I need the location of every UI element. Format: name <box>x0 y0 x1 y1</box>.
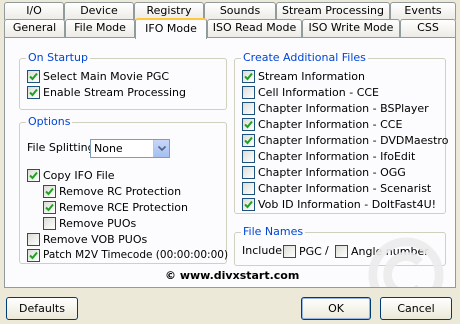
checkbox-box[interactable] <box>242 69 255 83</box>
tab-iso-read-mode[interactable]: ISO Read Mode <box>207 19 302 37</box>
tab-general[interactable]: General <box>4 19 65 37</box>
cell-information-cce-checkbox[interactable]: Cell Information - CCE <box>242 84 379 100</box>
checkbox-label: Copy IFO File <box>43 168 115 182</box>
checkbox-box[interactable] <box>27 248 40 262</box>
checkbox-box[interactable] <box>43 184 56 198</box>
checkbox-box[interactable] <box>43 200 56 214</box>
chapter-info-ogg-checkbox[interactable]: Chapter Information - OGG <box>242 164 406 180</box>
chevron-down-icon[interactable] <box>153 140 169 157</box>
tab-iso-write-mode[interactable]: ISO Write Mode <box>302 19 400 37</box>
file-splitting-value: None <box>94 142 123 155</box>
checkbox-box[interactable] <box>27 168 40 182</box>
checkbox-label: Chapter Information - CCE <box>258 117 403 131</box>
stream-information-checkbox[interactable]: Stream Information <box>242 68 365 84</box>
patch-m2v-timecode-checkbox[interactable]: Patch M2V Timecode (00:00:00:00) <box>27 247 228 263</box>
checkbox-box[interactable] <box>242 197 255 211</box>
options-title: Options <box>26 115 73 128</box>
checkbox-box[interactable] <box>335 244 348 258</box>
tab-io[interactable]: I/O <box>4 2 64 20</box>
defaults-button[interactable]: Defaults <box>6 297 78 320</box>
remove-rc-protection-checkbox[interactable]: Remove RC Protection <box>43 183 181 199</box>
checkbox-box[interactable] <box>242 85 255 99</box>
checkbox-box[interactable] <box>283 244 296 258</box>
checkbox-label: Remove PUOs <box>59 216 137 230</box>
copyright-watermark-icon <box>368 237 444 287</box>
checkbox-label: Select Main Movie PGC <box>43 69 170 83</box>
tab-css[interactable]: CSS <box>400 19 456 37</box>
tab-events[interactable]: Events <box>390 2 456 20</box>
checkbox-label: Chapter Information - IfoEdit <box>258 149 416 163</box>
chapter-info-dvdmaestro-checkbox[interactable]: Chapter Information - DVDMaestro <box>242 132 448 148</box>
cancel-button[interactable]: Cancel <box>380 297 452 320</box>
checkbox-label: Chapter Information - Scenarist <box>258 181 432 195</box>
tab-file-mode[interactable]: File Mode <box>65 19 135 37</box>
chapter-info-scenarist-checkbox[interactable]: Chapter Information - Scenarist <box>242 180 431 196</box>
create-additional-files-group: Create Additional Files Stream Informati… <box>234 51 448 214</box>
checkbox-box[interactable] <box>242 165 255 179</box>
chapter-info-cce-checkbox[interactable]: Chapter Information - CCE <box>242 116 402 132</box>
checkbox-box[interactable] <box>242 149 255 163</box>
checkbox-label: Enable Stream Processing <box>43 85 186 99</box>
checkbox-label: Chapter Information - OGG <box>258 165 406 179</box>
checkbox-label: Chapter Information - DVDMaestro <box>258 133 449 147</box>
on-startup-group: On Startup Select Main Movie PGC Enable … <box>19 51 227 110</box>
checkbox-box[interactable] <box>242 133 255 147</box>
file-names-title: File Names <box>241 225 306 238</box>
chapter-info-bsplayer-checkbox[interactable]: Chapter Information - BSPlayer <box>242 100 429 116</box>
include-label: Include <box>242 244 283 257</box>
ok-button[interactable]: OK <box>301 297 371 320</box>
remove-puos-checkbox[interactable]: Remove PUOs <box>43 215 136 231</box>
vob-id-info-checkbox[interactable]: Vob ID Information - DoItFast4U! <box>242 196 436 212</box>
remove-vob-puos-checkbox[interactable]: Remove VOB PUOs <box>27 231 147 247</box>
copy-ifo-file-checkbox[interactable]: Copy IFO File <box>27 167 115 183</box>
checkbox-label: Chapter Information - BSPlayer <box>258 101 429 115</box>
enable-stream-processing-checkbox[interactable]: Enable Stream Processing <box>27 84 186 100</box>
checkbox-label: Remove RC Protection <box>59 184 182 198</box>
checkbox-box[interactable] <box>43 216 56 230</box>
tab-stream-processing[interactable]: Stream Processing <box>276 2 390 20</box>
tab-ifo-mode[interactable]: IFO Mode <box>135 18 207 39</box>
remove-rce-protection-checkbox[interactable]: Remove RCE Protection <box>43 199 188 215</box>
on-startup-title: On Startup <box>26 51 90 64</box>
checkbox-label: Vob ID Information - DoItFast4U! <box>258 197 437 211</box>
tab-panel: On Startup Select Main Movie PGC Enable … <box>4 37 456 288</box>
checkbox-box[interactable] <box>242 101 255 115</box>
tab-sounds[interactable]: Sounds <box>204 2 276 20</box>
checkbox-label: Cell Information - CCE <box>258 85 380 99</box>
include-pgc-checkbox[interactable]: PGC <box>283 243 322 259</box>
file-splitting-select[interactable]: None <box>90 139 170 158</box>
checkbox-label: Stream Information <box>258 69 365 83</box>
create-additional-files-title: Create Additional Files <box>241 51 368 64</box>
checkbox-box[interactable] <box>27 69 40 83</box>
file-splitting-label: File Splitting: <box>27 141 99 154</box>
checkbox-box[interactable] <box>242 117 255 131</box>
checkbox-label: PGC <box>299 244 322 258</box>
chapter-info-ifoedit-checkbox[interactable]: Chapter Information - IfoEdit <box>242 148 415 164</box>
select-main-movie-pgc-checkbox[interactable]: Select Main Movie PGC <box>27 68 169 84</box>
checkbox-label: Remove VOB PUOs <box>43 232 148 246</box>
checkbox-label: Remove RCE Protection <box>59 200 189 214</box>
tab-device[interactable]: Device <box>64 2 134 20</box>
checkbox-box[interactable] <box>27 85 40 99</box>
separator-slash: / <box>325 244 329 257</box>
checkbox-label: Patch M2V Timecode (00:00:00:00) <box>43 249 229 261</box>
checkbox-box[interactable] <box>242 181 255 195</box>
website-credit: © www.divxstart.com <box>165 269 300 282</box>
options-group: Options File Splitting: None Copy IFO Fi… <box>19 115 228 264</box>
checkbox-box[interactable] <box>27 232 40 246</box>
